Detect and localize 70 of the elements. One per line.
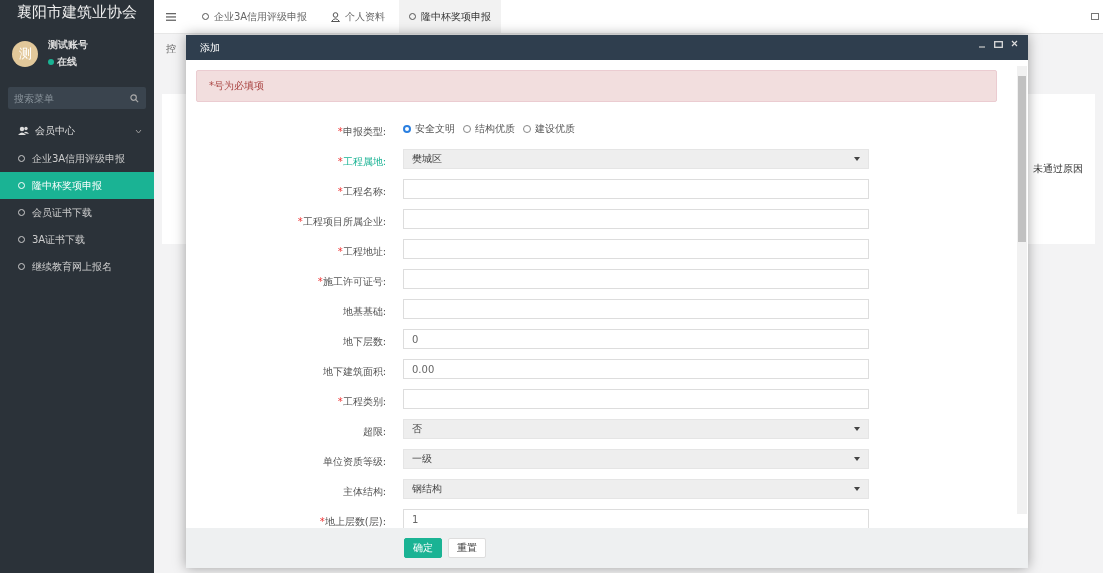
site-logo-text: 襄阳市建筑业协会 — [16, 2, 138, 23]
input-field[interactable]: 0 — [403, 329, 869, 349]
sidebar-item[interactable]: 3A证书下载 — [0, 226, 154, 253]
field-label: 工程项目所属企业: — [302, 215, 386, 227]
input-field[interactable] — [403, 179, 869, 199]
page-tab[interactable]: 个人资料 — [321, 0, 396, 33]
select-field[interactable]: 一级 — [403, 449, 869, 469]
required-mark: * — [337, 125, 343, 137]
radio-option[interactable]: 安全文明 — [403, 122, 455, 136]
input-field[interactable] — [403, 389, 869, 409]
field-label: 地下层数: — [342, 335, 386, 347]
caret-icon — [854, 487, 860, 491]
field-label: 单位资质等级: — [322, 455, 386, 467]
caret-icon — [854, 157, 860, 161]
select-field[interactable]: 樊城区 — [403, 149, 869, 169]
field-label: 超限: — [362, 425, 386, 437]
menu-group-label: 会员中心 — [35, 124, 76, 138]
menu-search-field[interactable]: 搜索菜单 — [8, 87, 146, 109]
menu-group[interactable]: 会员中心 — [0, 117, 154, 145]
field-label: 工程属地: — [342, 155, 386, 167]
close-icon[interactable] — [1011, 40, 1018, 47]
maximize-icon[interactable] — [994, 39, 1003, 48]
required-mark: * — [337, 395, 343, 407]
field-label: 地上层数(层): — [324, 515, 386, 527]
required-mark: * — [317, 275, 323, 287]
required-mark: * — [337, 155, 343, 167]
input-field[interactable]: 1 — [403, 509, 869, 528]
caret-icon — [854, 427, 860, 431]
table-header: 未通过原因 — [1033, 162, 1083, 176]
user-icon — [331, 11, 341, 22]
caret-icon — [854, 457, 860, 461]
avatar: 测 — [12, 40, 38, 67]
search-icon — [130, 94, 139, 103]
input-field[interactable] — [403, 209, 869, 229]
input-field[interactable] — [403, 299, 869, 319]
radio-option[interactable]: 结构优质 — [463, 122, 515, 136]
field-label: 主体结构: — [342, 485, 386, 497]
field-label: 地下建筑面积: — [322, 365, 386, 377]
users-icon — [18, 126, 29, 136]
reset-button[interactable]: 重置 — [448, 538, 486, 558]
scrollbar[interactable] — [1017, 66, 1027, 514]
field-label: 工程地址: — [342, 245, 386, 257]
required-mark: * — [337, 185, 343, 197]
field-label: 地基基础: — [342, 305, 386, 317]
breadcrumb[interactable]: 控 — [166, 43, 176, 54]
field-label: 施工许可证号: — [322, 275, 386, 287]
required-mark: * — [297, 215, 303, 227]
input-field[interactable] — [403, 239, 869, 259]
page-tab[interactable]: 隆中杯奖项申报 — [399, 0, 502, 33]
field-label: 工程类别: — [342, 395, 386, 407]
input-field[interactable] — [403, 269, 869, 289]
radio-option[interactable]: 建设优质 — [523, 122, 575, 136]
required-mark: * — [319, 515, 325, 527]
chevron-icon — [135, 128, 142, 134]
page-tab[interactable]: 企业3A信用评级申报 — [192, 0, 318, 33]
user-name: 测试账号 — [48, 38, 88, 52]
user-status: 在线 — [57, 55, 77, 69]
required-note: *号为必填项 — [196, 70, 997, 102]
select-field[interactable]: 钢结构 — [403, 479, 869, 499]
select-field[interactable]: 否 — [403, 419, 869, 439]
sidebar-item[interactable]: 企业3A信用评级申报 — [0, 145, 154, 172]
field-label: 工程名称: — [342, 185, 386, 197]
dialog-title: 添加 — [200, 40, 220, 55]
field-label: 申报类型: — [342, 125, 386, 137]
screen-icon[interactable] — [1091, 12, 1099, 21]
input-field[interactable]: 0.00 — [403, 359, 869, 379]
sidebar-item[interactable]: 继续教育网上报名 — [0, 253, 154, 280]
sidebar-item[interactable]: 会员证书下载 — [0, 199, 154, 226]
menu-icon[interactable] — [166, 12, 176, 21]
required-mark: * — [337, 245, 343, 257]
